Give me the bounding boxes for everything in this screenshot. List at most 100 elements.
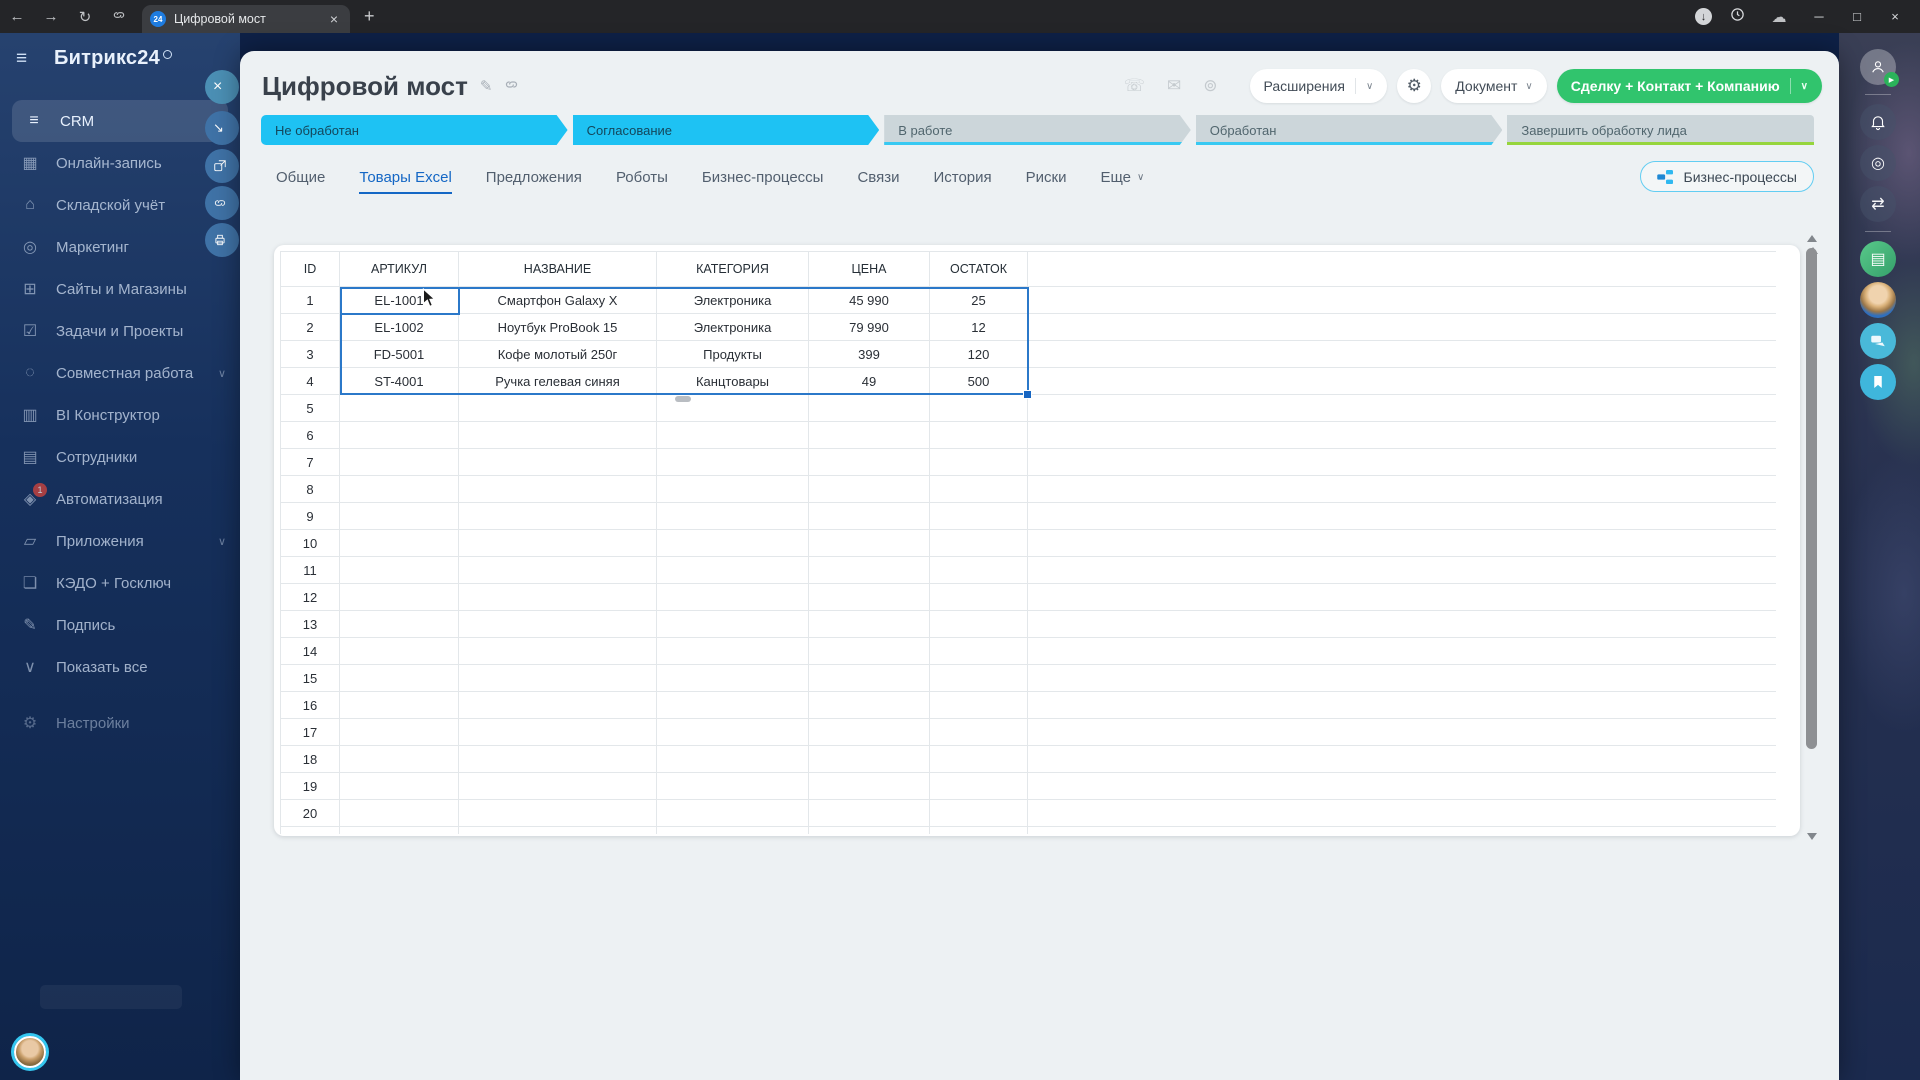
sheet-cell[interactable] (930, 827, 1028, 834)
sheet-cell[interactable] (340, 557, 459, 584)
column-header-id[interactable]: ID (280, 251, 340, 287)
sidebar-item-crm[interactable]: ≡ CRM (12, 100, 228, 142)
sheet-cell[interactable] (809, 665, 930, 692)
sheet-cell[interactable] (459, 800, 657, 827)
copy-link-button[interactable] (205, 186, 239, 220)
tab-история[interactable]: История (933, 160, 991, 194)
sidebar-item-marketing[interactable]: ◎ Маркетинг (0, 226, 240, 268)
sheet-cell[interactable]: 19 (280, 773, 340, 800)
stage-завершить-обработку-лида[interactable]: Завершить обработку лида (1507, 115, 1814, 145)
sheet-cell[interactable] (657, 800, 809, 827)
sheet-cell[interactable] (930, 719, 1028, 746)
sidebar-item-tasks[interactable]: ☑ Задачи и Проекты (0, 310, 240, 352)
sheet-cell[interactable] (340, 395, 459, 422)
sheet-cell[interactable] (459, 692, 657, 719)
sheet-cell[interactable] (1028, 449, 1776, 476)
sheet-cell[interactable] (930, 422, 1028, 449)
sidebar-item-collab[interactable]: ◌ Совместная работа ∨ (0, 352, 240, 394)
sheet-cell[interactable]: 18 (280, 746, 340, 773)
sheet-cell[interactable] (340, 719, 459, 746)
sheet-cell[interactable] (459, 503, 657, 530)
sheet-cell[interactable] (809, 530, 930, 557)
sheet-cell[interactable]: 13 (280, 611, 340, 638)
settings-gear-button[interactable]: ⚙ (1397, 69, 1432, 103)
sheet-cell[interactable] (809, 449, 930, 476)
sidebar-item-automation[interactable]: ◈ 1 Автоматизация (0, 478, 240, 520)
sheet-cell[interactable] (459, 827, 657, 834)
stage-не-обработан[interactable]: Не обработан (261, 115, 568, 145)
sheet-cell[interactable]: 20 (280, 800, 340, 827)
sheet-cell[interactable] (1028, 773, 1776, 800)
sheet-cell[interactable] (340, 449, 459, 476)
panel-scroll-thumb[interactable] (1806, 248, 1817, 749)
sheet-cell[interactable] (809, 584, 930, 611)
sheet-cell[interactable] (340, 827, 459, 834)
tab-close-icon[interactable]: × (326, 11, 342, 27)
sheet-cell[interactable]: Смартфон Galaxy X (459, 287, 657, 314)
sheet-cell[interactable]: Канцтовары (657, 368, 809, 395)
sheet-cell[interactable] (340, 503, 459, 530)
column-header-категория[interactable]: КАТЕГОРИЯ (657, 251, 809, 287)
tasks-note-button[interactable]: ▤ (1860, 241, 1896, 277)
chat-button[interactable] (1860, 323, 1896, 359)
sheet-cell[interactable]: FD-5001 (340, 341, 459, 368)
sheet-cell[interactable] (809, 800, 930, 827)
sheet-cell[interactable]: 17 (280, 719, 340, 746)
sheet-cell[interactable]: Кофе молотый 250г (459, 341, 657, 368)
copilot-button[interactable]: ◎ (1860, 145, 1896, 181)
sheet-cell[interactable] (459, 530, 657, 557)
sheet-cell[interactable] (657, 449, 809, 476)
sheet-cell[interactable]: 3 (280, 341, 340, 368)
window-close-icon[interactable]: × (1880, 9, 1910, 24)
sidebar-item-doc[interactable]: ❏ КЭДО + Госключ (0, 562, 240, 604)
sheet-cell[interactable] (657, 719, 809, 746)
sheet-cell[interactable] (657, 638, 809, 665)
sheet-cell[interactable]: 8 (280, 476, 340, 503)
sheet-cell[interactable] (809, 719, 930, 746)
chat-icon[interactable]: ⊚ (1203, 76, 1217, 96)
extensions-button[interactable]: Расширения ∨ (1249, 69, 1388, 103)
sheet-cell[interactable] (930, 584, 1028, 611)
sidebar-item-gear[interactable]: ⚙ Настройки (0, 702, 240, 744)
sheet-cell[interactable] (1028, 530, 1776, 557)
sheet-cell[interactable]: 25 (930, 287, 1028, 314)
sheet-cell[interactable] (930, 503, 1028, 530)
sheet-cell[interactable] (657, 422, 809, 449)
sidebar-item-apps[interactable]: ▱ Приложения ∨ (0, 520, 240, 562)
sheet-cell[interactable] (459, 773, 657, 800)
sheet-cell[interactable] (930, 800, 1028, 827)
sheet-cell[interactable]: 11 (280, 557, 340, 584)
column-header-остаток[interactable]: ОСТАТОК (930, 251, 1028, 287)
phone-icon[interactable]: ☏ (1124, 76, 1145, 96)
sheet-cell[interactable]: ST-4001 (340, 368, 459, 395)
assistant-avatar[interactable] (14, 1036, 46, 1068)
sheet-cell[interactable] (1028, 665, 1776, 692)
support-avatar-button[interactable] (1860, 282, 1896, 318)
sheet-cell[interactable]: 2 (280, 314, 340, 341)
sheet-cell[interactable] (459, 611, 657, 638)
tab-бизнес-процессы[interactable]: Бизнес-процессы (702, 160, 824, 194)
sheet-cell[interactable] (809, 773, 930, 800)
panel-scrollbar[interactable] (1806, 235, 1818, 840)
browser-tab[interactable]: 24 Цифровой мост × (142, 5, 350, 33)
sheet-cell[interactable]: 120 (930, 341, 1028, 368)
profile-button[interactable]: ▶ (1860, 49, 1899, 87)
sheet-cell[interactable] (1028, 503, 1776, 530)
sheet-cell[interactable]: 15 (280, 665, 340, 692)
sidebar-item-cart[interactable]: ⊞ Сайты и Магазины (0, 268, 240, 310)
sheet-cell[interactable] (809, 611, 930, 638)
sheet-cell[interactable] (930, 773, 1028, 800)
sheet-cell[interactable] (657, 692, 809, 719)
sheet-cell[interactable]: Электроника (657, 314, 809, 341)
sheet-cell[interactable]: 1 (280, 287, 340, 314)
history-clock-icon[interactable] (1720, 7, 1754, 26)
sheet-cell[interactable] (1028, 314, 1776, 341)
sheet-cell[interactable]: 4 (280, 368, 340, 395)
sheet-cell[interactable] (809, 503, 930, 530)
sidebar-item-sign[interactable]: ✎ Подпись (0, 604, 240, 646)
sheet-cell[interactable] (930, 638, 1028, 665)
sheet-cell[interactable] (340, 692, 459, 719)
sheet-cell[interactable] (930, 530, 1028, 557)
sheet-cell[interactable] (1028, 584, 1776, 611)
sheet-cell[interactable]: 10 (280, 530, 340, 557)
